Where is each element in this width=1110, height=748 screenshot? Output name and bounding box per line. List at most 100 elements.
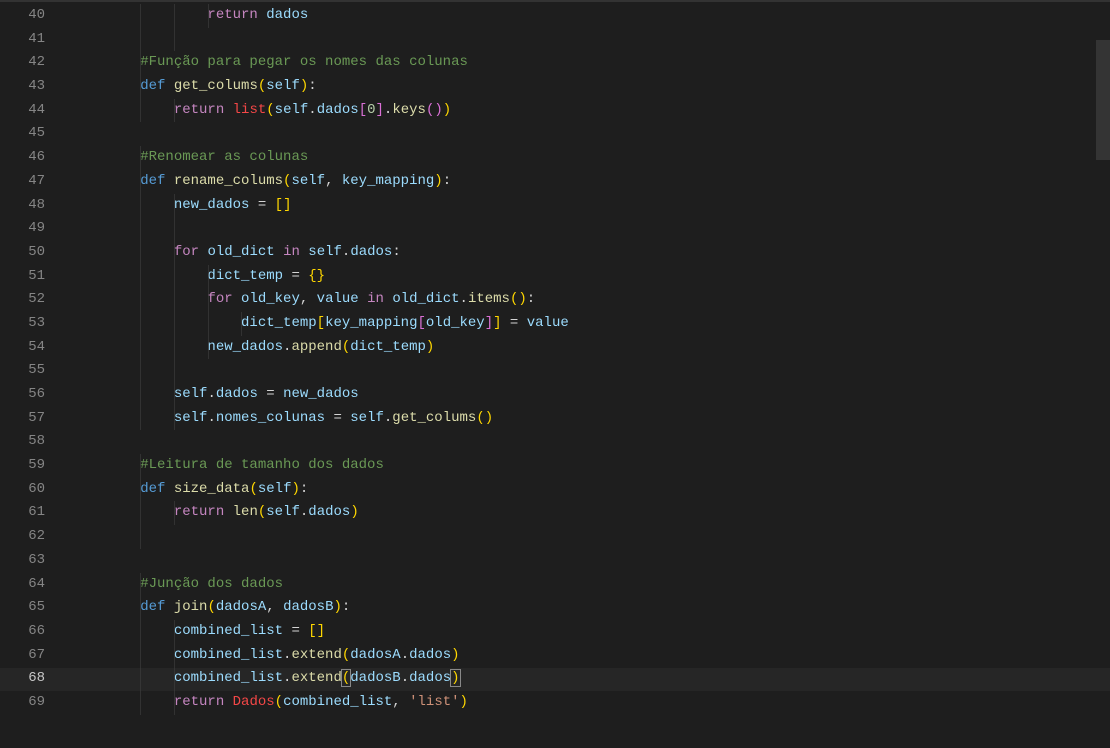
line-number: 47 [0,170,45,194]
token-pn: , [266,599,283,615]
token-var: self [258,481,292,497]
indent-guide [140,170,141,194]
indent-guide [174,407,175,431]
token-br1: ( [258,78,266,94]
token-fn: get_colums [392,410,476,426]
token-cmt: #Função para pegar os nomes das colunas [140,54,468,70]
code-line[interactable] [73,122,1110,146]
code-line[interactable]: def get_colums(self): [73,75,1110,99]
token-br1: ) [291,481,299,497]
token-br1: [ [308,623,316,639]
token-br2: ) [434,102,442,118]
token-var: dict_temp [241,315,317,331]
token-var: dados [350,244,392,260]
indent-guide [208,312,209,336]
vertical-scrollbar[interactable] [1096,0,1110,748]
code-line[interactable] [73,359,1110,383]
code-area[interactable]: return dados #Função para pegar os nomes… [65,0,1110,748]
token-kw: def [140,78,174,94]
line-number: 45 [0,122,45,146]
token-fn: join [174,599,208,615]
token-var: dadosB [350,670,400,686]
token-pn: : [308,78,316,94]
code-line[interactable]: dict_temp[key_mapping[old_key]] = value [73,312,1110,336]
code-line[interactable]: return len(self.dados) [73,501,1110,525]
code-line[interactable]: return list(self.dados[0].keys()) [73,99,1110,123]
code-line[interactable]: #Junção dos dados [73,573,1110,597]
token-br1: ( [249,481,257,497]
code-line[interactable]: for old_key, value in old_dict.items(): [73,288,1110,312]
code-line[interactable]: new_dados = [] [73,194,1110,218]
code-line[interactable]: combined_list.extend(dadosA.dados) [73,644,1110,668]
line-number: 63 [0,549,45,573]
code-line[interactable] [73,525,1110,549]
token-br1: ] [317,623,325,639]
token-br1: ( [207,599,215,615]
code-line[interactable] [73,28,1110,52]
line-number: 69 [0,691,45,715]
token-pn [224,504,232,520]
token-var: dados [308,504,350,520]
code-line[interactable]: return dados [73,4,1110,28]
token-kw2: for [207,291,232,307]
token-pn [258,7,266,23]
line-number-gutter: 4041424344454647484950515253545556575859… [0,0,65,748]
token-br1: ) [443,102,451,118]
code-line[interactable]: #Leitura de tamanho dos dados [73,454,1110,478]
token-pn: . [401,647,409,663]
code-line[interactable]: #Função para pegar os nomes das colunas [73,51,1110,75]
token-var: old_key [426,315,485,331]
indent-guide [140,359,141,383]
token-br2: ] [485,315,493,331]
code-line[interactable] [73,549,1110,573]
token-br2: ] [376,102,384,118]
code-line[interactable]: new_dados.append(dict_temp) [73,336,1110,360]
code-line[interactable]: def join(dadosA, dadosB): [73,596,1110,620]
code-line[interactable]: return Dados(combined_list, 'list') [73,691,1110,715]
token-var: dict_temp [207,268,283,284]
token-fn: keys [392,102,426,118]
code-line[interactable]: def size_data(self): [73,478,1110,502]
code-line[interactable]: for old_dict in self.dados: [73,241,1110,265]
token-var: combined_list [283,694,392,710]
indent-guide [140,28,141,52]
code-line[interactable] [73,430,1110,454]
code-line[interactable]: self.dados = new_dados [73,383,1110,407]
code-line[interactable]: def rename_colums(self, key_mapping): [73,170,1110,194]
line-number: 41 [0,28,45,52]
indent-guide [140,146,141,170]
indent-guide [140,99,141,123]
token-kw: def [140,481,174,497]
token-br1: ) [434,173,442,189]
code-line[interactable]: self.nomes_colunas = self.get_colums() [73,407,1110,431]
indent-guide [140,383,141,407]
line-number: 49 [0,217,45,241]
indent-guide [140,667,141,691]
code-line[interactable]: combined_list = [] [73,620,1110,644]
token-br1: ] [283,197,291,213]
token-br1: } [317,268,325,284]
token-kw2: return [174,694,224,710]
token-var: combined_list [174,670,283,686]
token-pn: : [392,244,400,260]
token-br1: ) [518,291,526,307]
indent-guide [140,454,141,478]
code-line[interactable]: #Renomear as colunas [73,146,1110,170]
token-br1: ( [476,410,484,426]
code-line[interactable]: combined_list.extend(dadosB.dados) [73,667,1110,691]
token-pn: : [443,173,451,189]
code-line[interactable]: dict_temp = {} [73,265,1110,289]
indent-guide [241,312,242,336]
token-kw2: in [367,291,384,307]
token-var: new_dados [207,339,283,355]
token-var: dados [409,670,451,686]
line-number: 52 [0,288,45,312]
scrollbar-thumb[interactable] [1096,40,1110,160]
indent-guide [140,596,141,620]
token-br1: ) [451,647,459,663]
token-pn: . [207,410,215,426]
token-var: dadosB [283,599,333,615]
line-number: 53 [0,312,45,336]
code-editor[interactable]: 4041424344454647484950515253545556575859… [0,0,1110,748]
code-line[interactable] [73,217,1110,241]
